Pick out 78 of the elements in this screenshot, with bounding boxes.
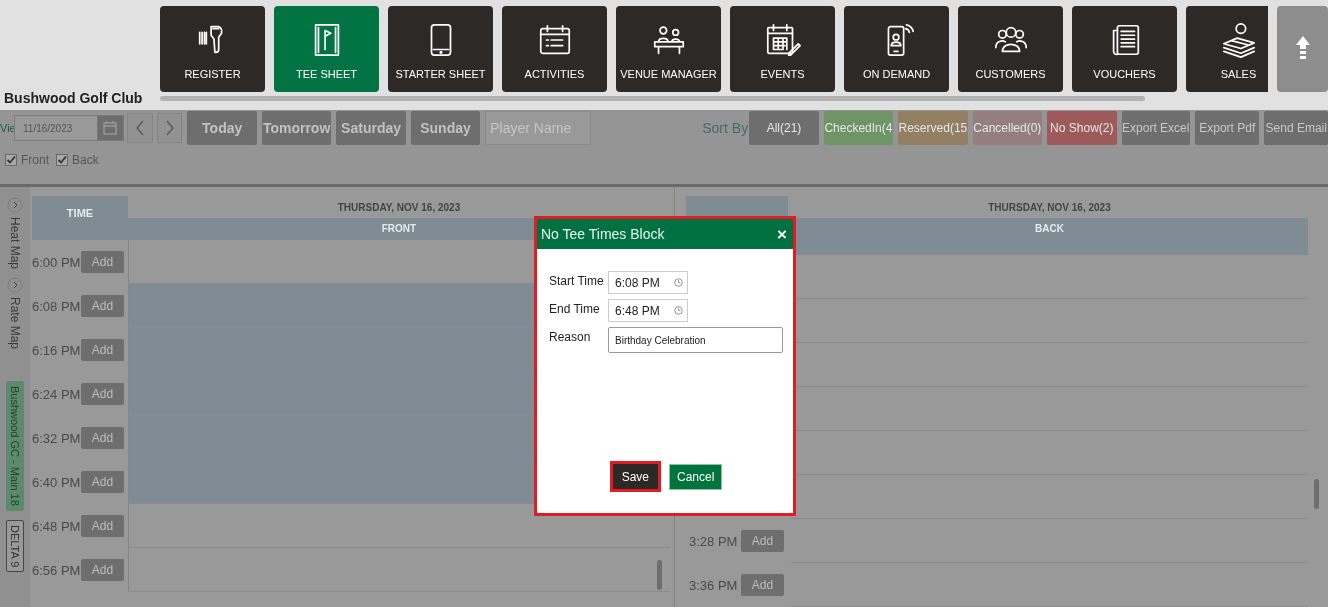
nav-tile[interactable]: CUSTOMERS bbox=[958, 6, 1063, 92]
chevron-circle-icon bbox=[7, 197, 23, 213]
date-header: THURSDAY, NOV 16, 2023 bbox=[987, 200, 1112, 215]
time-field[interactable]: 6:08 PM bbox=[608, 271, 688, 294]
add-button[interactable]: Add bbox=[81, 515, 124, 537]
add-button[interactable]: Add bbox=[741, 530, 784, 552]
checkbox-label: Back bbox=[72, 153, 99, 167]
side-toggle[interactable]: Heat Map bbox=[7, 197, 23, 270]
chevron-circle-icon bbox=[7, 277, 23, 294]
checkbox-label: Front bbox=[21, 153, 49, 167]
add-button[interactable]: Add bbox=[81, 295, 124, 317]
date-button[interactable]: Tomorrow bbox=[261, 111, 332, 145]
date-button[interactable]: Saturday bbox=[336, 111, 406, 145]
close-button[interactable]: × bbox=[777, 225, 787, 243]
nav-tile[interactable]: STARTER SHEET bbox=[388, 6, 493, 92]
dialog-title: No Tee Times Block bbox=[541, 226, 665, 242]
scrollbar-thumb[interactable] bbox=[160, 96, 1145, 101]
add-button[interactable]: Add bbox=[81, 251, 124, 273]
filter-button[interactable]: All(21) bbox=[749, 111, 819, 145]
add-button[interactable]: Add bbox=[81, 427, 124, 449]
column-header: TIME bbox=[32, 196, 128, 240]
nav-tile[interactable]: REGISTER bbox=[160, 6, 265, 92]
filter-button[interactable]: CheckedIn(4 bbox=[823, 111, 894, 145]
course-tab[interactable]: Bushwood GC - Main 18 bbox=[6, 381, 24, 511]
scrollbar-thumb[interactable] bbox=[657, 560, 662, 590]
tee-time: 6:08 PM bbox=[32, 298, 81, 314]
next-button[interactable] bbox=[156, 113, 183, 143]
add-button[interactable]: Add bbox=[81, 471, 124, 493]
nav-tile[interactable]: TEE SHEET bbox=[274, 6, 379, 92]
field-label: End Time bbox=[549, 301, 601, 316]
scroll-top-button[interactable] bbox=[1277, 6, 1328, 92]
filter-button[interactable]: Reserved(15 bbox=[898, 111, 968, 145]
nav-tile[interactable]: SALES bbox=[1186, 6, 1268, 92]
previous-button[interactable] bbox=[126, 113, 153, 143]
scrollbar-thumb[interactable] bbox=[1314, 479, 1319, 509]
nav-tile[interactable]: EVENTS bbox=[730, 6, 835, 92]
nav-tile[interactable]: VOUCHERS bbox=[1072, 6, 1177, 92]
add-button[interactable]: Add bbox=[81, 559, 124, 581]
tee-time: 3:28 PM bbox=[689, 533, 739, 549]
nav-tile[interactable]: VENUE MANAGER bbox=[616, 6, 721, 92]
cancel-button[interactable]: Cancel bbox=[669, 463, 723, 490]
field-label: Reason bbox=[549, 329, 592, 344]
filter-button[interactable]: No Show(2) bbox=[1047, 111, 1117, 145]
date-field[interactable]: 11/16/2023 bbox=[14, 115, 97, 141]
tee-time: 3:36 PM bbox=[689, 577, 739, 593]
time-field[interactable]: 6:48 PM bbox=[608, 299, 688, 322]
nav-tile[interactable]: ACTIVITIES bbox=[502, 6, 607, 92]
date-button[interactable]: Sunday bbox=[410, 111, 481, 145]
course-tab[interactable]: DELTA 9 bbox=[6, 519, 24, 573]
tee-time: 6:00 PM bbox=[32, 254, 81, 270]
nav-tile[interactable]: ON DEMAND bbox=[844, 6, 949, 92]
date-header: THURSDAY, NOV 16, 2023 bbox=[336, 200, 462, 215]
action-button[interactable]: Send Email bbox=[1264, 111, 1328, 145]
tee-time: 6:40 PM bbox=[32, 474, 81, 490]
side-toggle[interactable]: Rate Map bbox=[7, 277, 23, 350]
tee-time: 6:56 PM bbox=[32, 562, 81, 578]
filter-button[interactable]: Cancelled(0) bbox=[972, 111, 1043, 145]
calendar-icon bbox=[103, 121, 118, 135]
clock-icon bbox=[674, 278, 683, 287]
tee-time: 6:48 PM bbox=[32, 518, 81, 534]
tee-time: 6:24 PM bbox=[32, 386, 81, 402]
date-button[interactable]: Today bbox=[187, 111, 257, 145]
clock-icon bbox=[674, 306, 683, 315]
add-button[interactable]: Add bbox=[741, 574, 784, 596]
reason-field[interactable]: Birthday Celebration bbox=[608, 327, 783, 353]
save-button[interactable]: Save bbox=[609, 461, 661, 492]
add-button[interactable]: Add bbox=[81, 339, 124, 361]
tee-time: 6:16 PM bbox=[32, 342, 81, 358]
action-button[interactable]: Export Excel bbox=[1121, 111, 1190, 145]
checkbox[interactable] bbox=[56, 154, 68, 166]
tee-time: 6:32 PM bbox=[32, 430, 81, 446]
calendar-button[interactable] bbox=[97, 115, 124, 141]
field-label: Start Time bbox=[549, 273, 605, 288]
up-arrow-icon bbox=[1295, 36, 1310, 62]
club-name: Bushwood Golf Club bbox=[4, 90, 143, 106]
action-button[interactable]: Export Pdf bbox=[1195, 111, 1260, 145]
checkbox[interactable] bbox=[5, 154, 17, 166]
add-button[interactable]: Add bbox=[81, 383, 124, 405]
